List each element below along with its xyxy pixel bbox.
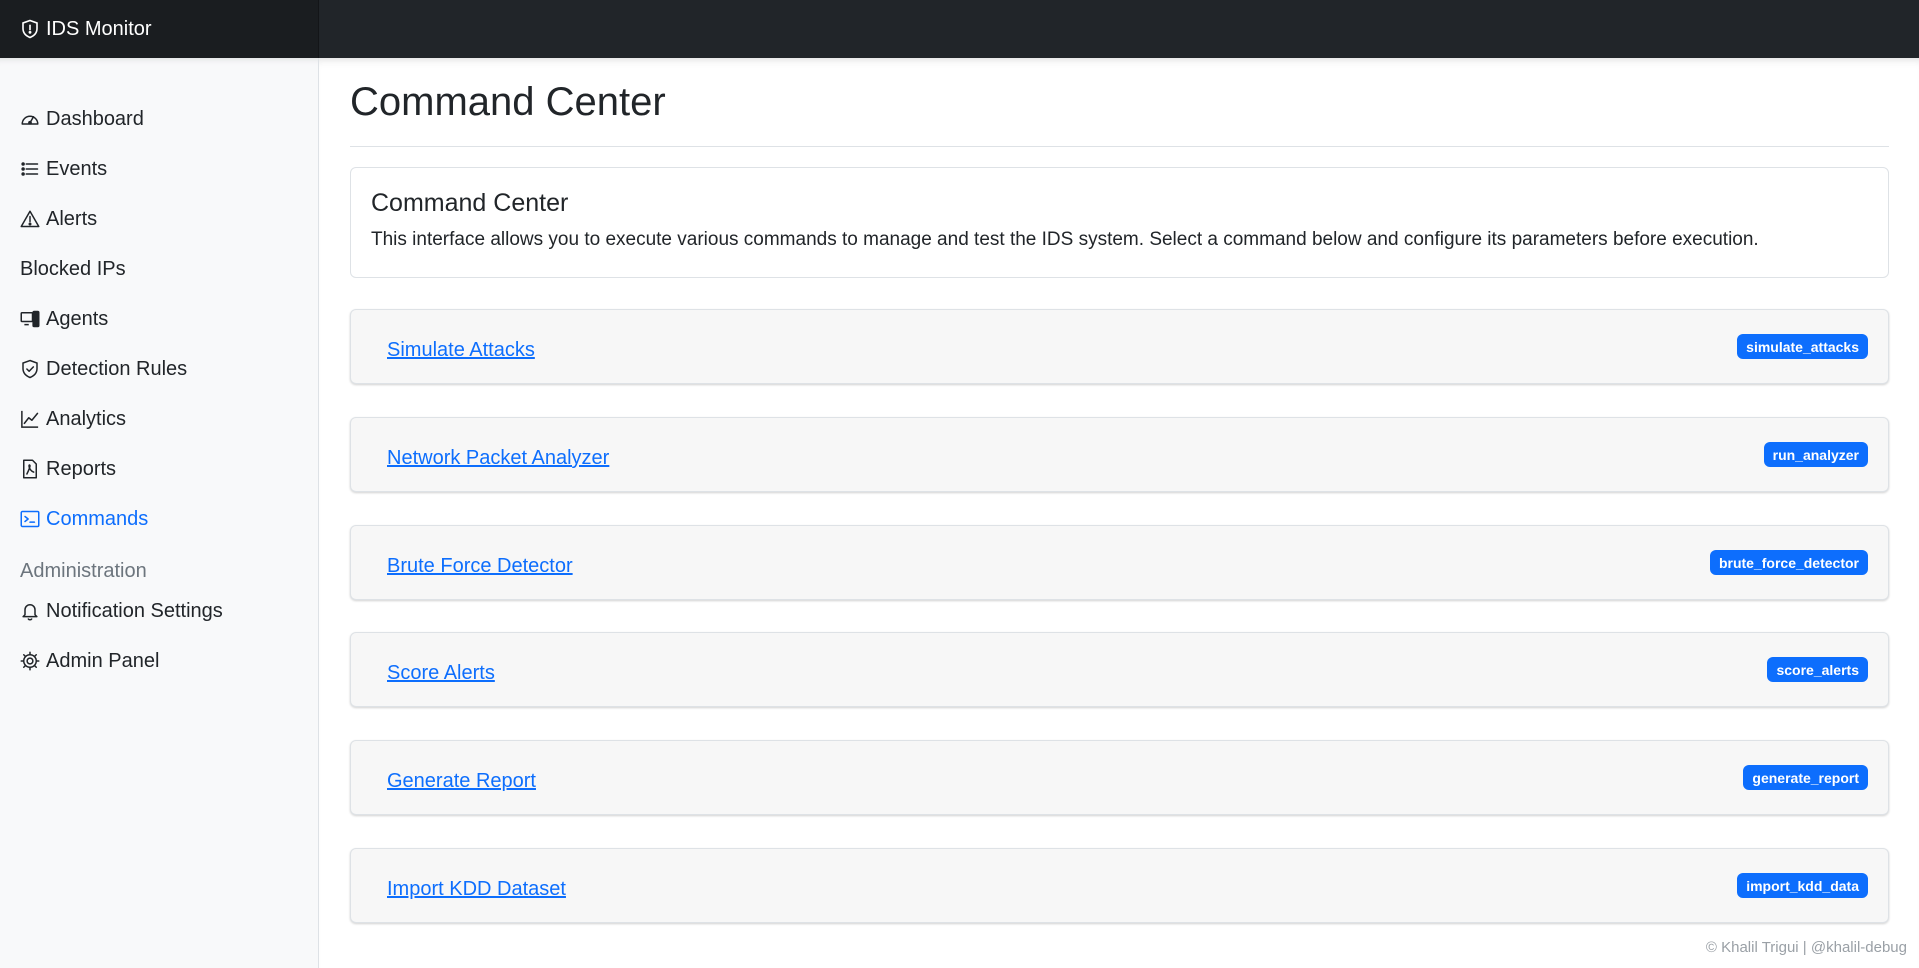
command-card[interactable]: Simulate Attacks simulate_attacks (350, 309, 1889, 384)
command-badge: generate_report (1743, 765, 1868, 790)
command-badge: run_analyzer (1763, 442, 1868, 467)
command-card[interactable]: Generate Report generate_report (350, 740, 1889, 815)
speedometer-icon (21, 115, 39, 125)
command-badge: score_alerts (1767, 657, 1868, 682)
sidebar-item-label: Events (46, 157, 108, 180)
sidebar-item-label: Blocked IPs (20, 257, 126, 280)
sidebar-item-label: Agents (46, 307, 109, 330)
sidebar-item-blocked-ips[interactable]: Blocked IPs (20, 254, 126, 284)
main-content: Command Center Command Center This inter… (319, 58, 1919, 968)
sidebar-item-label: Alerts (46, 207, 98, 230)
intro-card: Command Center This interface allows you… (350, 167, 1889, 278)
sidebar-item-events[interactable]: Events (20, 154, 107, 184)
bell-icon (22, 604, 38, 621)
warning-triangle-icon (20, 210, 40, 228)
command-badge: brute_force_detector (1709, 550, 1868, 575)
sidebar-item-label: Dashboard (46, 107, 144, 130)
title-divider (350, 146, 1889, 147)
intro-card-title: Command Center (371, 189, 569, 217)
sidebar-item-label: Admin Panel (46, 649, 160, 672)
sidebar-item-label: Notification Settings (46, 599, 223, 622)
devices-icon (20, 310, 40, 328)
brand[interactable]: IDS Monitor (0, 0, 319, 58)
pdf-file-icon (23, 459, 37, 479)
footer-credit: © Khalil Trigui | @khalil-debug (1705, 939, 1907, 956)
command-badge: import_kdd_data (1737, 873, 1868, 898)
sidebar-item-label: Detection Rules (46, 357, 188, 380)
command-link-brute-force-detector[interactable]: Brute Force Detector (387, 555, 573, 578)
gear-icon (20, 651, 40, 671)
list-icon (21, 162, 39, 176)
command-card[interactable]: Brute Force Detector brute_force_detecto… (350, 525, 1889, 600)
command-card[interactable]: Network Packet Analyzer run_analyzer (350, 417, 1889, 492)
sidebar-item-commands[interactable]: Commands (20, 504, 148, 534)
sidebar-item-reports[interactable]: Reports (20, 454, 116, 484)
command-link-simulate-attacks[interactable]: Simulate Attacks (387, 339, 535, 362)
sidebar-item-detection-rules[interactable]: Detection Rules (20, 354, 187, 384)
terminal-icon (20, 510, 40, 528)
shield-check-icon (22, 359, 38, 379)
command-link-generate-report[interactable]: Generate Report (387, 770, 536, 793)
sidebar-item-label: Reports (46, 457, 117, 480)
sidebar-item-label: Analytics (46, 407, 127, 430)
sidebar-item-dashboard[interactable]: Dashboard (20, 104, 144, 134)
sidebar-item-agents[interactable]: Agents (20, 304, 108, 334)
brand-name: IDS Monitor (46, 17, 152, 40)
sidebar-item-notification-settings[interactable]: Notification Settings (20, 596, 223, 626)
command-card[interactable]: Import KDD Dataset import_kdd_data (350, 848, 1889, 923)
shield-icon (22, 19, 38, 39)
sidebar-heading-administration: Administration (20, 559, 147, 582)
sidebar: Dashboard Events Alerts Blocked IPs Agen… (0, 58, 319, 968)
sidebar-item-admin-panel[interactable]: Admin Panel (20, 646, 159, 676)
line-chart-icon (21, 410, 39, 428)
sidebar-item-analytics[interactable]: Analytics (20, 404, 126, 434)
page-title: Command Center (350, 80, 666, 124)
intro-card-text: This interface allows you to execute var… (371, 229, 1759, 250)
sidebar-item-alerts[interactable]: Alerts (20, 204, 97, 234)
command-link-network-packet-analyzer[interactable]: Network Packet Analyzer (387, 447, 609, 470)
command-link-score-alerts[interactable]: Score Alerts (387, 662, 495, 685)
command-link-import-kdd-dataset[interactable]: Import KDD Dataset (387, 878, 566, 901)
command-card[interactable]: Score Alerts score_alerts (350, 632, 1889, 707)
command-badge: simulate_attacks (1737, 334, 1868, 359)
sidebar-item-label: Commands (46, 507, 149, 530)
